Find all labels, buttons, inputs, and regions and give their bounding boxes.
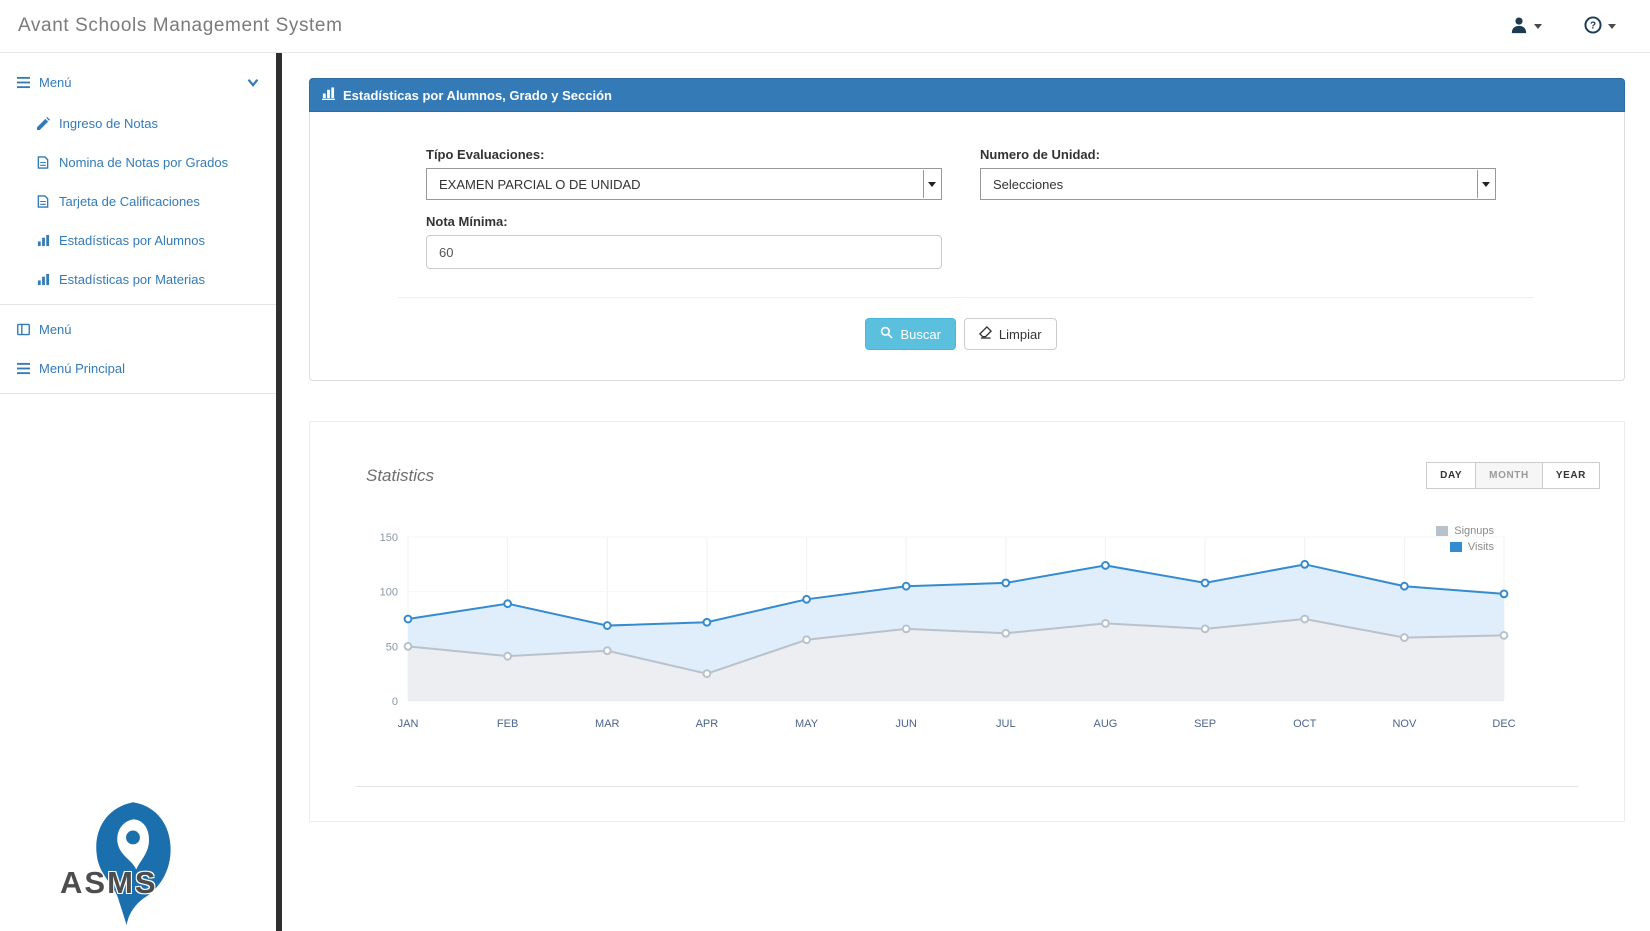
svg-text:FEB: FEB (497, 718, 518, 730)
sidebar-item-nomina-de-notas[interactable]: Nomina de Notas por Grados (0, 143, 276, 182)
svg-text:50: 50 (386, 641, 398, 653)
main-content: Estadísticas por Alumnos, Grado y Secció… (282, 53, 1650, 931)
file-icon (36, 156, 50, 169)
svg-text:MAY: MAY (795, 718, 819, 730)
search-icon (880, 326, 893, 342)
numero-unidad-select[interactable]: Selecciones (980, 168, 1496, 200)
tipo-evaluaciones-label: Típo Evaluaciones: (426, 147, 942, 162)
asms-logo: ASMS (58, 798, 208, 929)
svg-text:DEC: DEC (1492, 718, 1515, 730)
limpiar-button-label: Limpiar (999, 327, 1042, 342)
range-button-day[interactable]: DAY (1426, 462, 1476, 489)
sidebar-menu-label: Menú (39, 75, 72, 90)
bar-chart-icon (36, 234, 50, 247)
help-menu[interactable]: ? (1584, 16, 1616, 37)
legend-item-signups: Signups (1436, 525, 1494, 537)
eraser-icon (979, 326, 992, 342)
stats-chart-svg: 0 50 100 150 JAN FEB MAR APR MAY JUN JUL AUG SEP OCT N… (366, 519, 1526, 735)
app-title: Avant Schools Management System (18, 15, 343, 37)
edit-icon (36, 117, 50, 130)
help-icon: ? (1584, 16, 1602, 37)
sidebar-item-menu[interactable]: Menú (0, 310, 276, 349)
svg-text:150: 150 (380, 532, 398, 544)
filters-panel-header: Estadísticas por Alumnos, Grado y Secció… (309, 78, 1625, 112)
svg-text:AUG: AUG (1094, 718, 1118, 730)
sidebar-menu-toggle[interactable]: Menú (0, 61, 276, 104)
range-button-group: DAY MONTH YEAR (1427, 462, 1600, 489)
caret-down-icon (1608, 24, 1616, 29)
bar-chart-icon (322, 87, 335, 103)
sidebar-item-label: Nomina de Notas por Grados (59, 155, 228, 170)
range-button-month[interactable]: MONTH (1475, 462, 1543, 489)
sidebar-item-menu-principal[interactable]: Menú Principal (0, 349, 276, 388)
sidebar-item-estadisticas-alumnos[interactable]: Estadísticas por Alumnos (0, 221, 276, 260)
legend-item-visits: Visits (1436, 541, 1494, 553)
sidebar-item-tarjeta-calificaciones[interactable]: Tarjeta de Calificaciones (0, 182, 276, 221)
buscar-button-label: Buscar (900, 327, 940, 342)
svg-text:NOV: NOV (1392, 718, 1417, 730)
svg-text:OCT: OCT (1293, 718, 1317, 730)
sidebar-item-label: Ingreso de Notas (59, 116, 158, 131)
sidebar-item-label: Tarjeta de Calificaciones (59, 194, 200, 209)
sidebar-divider (0, 304, 276, 305)
list-icon (16, 76, 30, 89)
sidebar: Menú Ingreso de Notas Nomina de Notas po… (0, 53, 282, 931)
chevron-down-icon (246, 77, 260, 89)
svg-text:100: 100 (380, 587, 398, 599)
buscar-button[interactable]: Buscar (865, 318, 955, 350)
dropdown-arrow-icon (923, 170, 940, 198)
bar-chart-icon (36, 273, 50, 286)
sidebar-item-ingreso-de-notas[interactable]: Ingreso de Notas (0, 104, 276, 143)
nota-minima-input[interactable] (426, 235, 942, 269)
svg-text:JUL: JUL (996, 718, 1016, 730)
dropdown-arrow-icon (1477, 170, 1494, 198)
sidebar-divider (0, 393, 276, 394)
panel-title: Estadísticas por Alumnos, Grado y Secció… (343, 88, 612, 103)
svg-text:APR: APR (696, 718, 719, 730)
tipo-evaluaciones-select[interactable]: EXAMEN PARCIAL O DE UNIDAD (426, 168, 942, 200)
svg-text:SEP: SEP (1194, 718, 1216, 730)
filters-panel: Estadísticas por Alumnos, Grado y Secció… (309, 78, 1625, 381)
sidebar-item-estadisticas-materias[interactable]: Estadísticas por Materias (0, 260, 276, 299)
nota-minima-label: Nota Mínima: (426, 214, 942, 229)
file-icon (36, 195, 50, 208)
owl-logo-icon (79, 798, 187, 926)
svg-text:?: ? (1590, 20, 1596, 31)
svg-text:0: 0 (392, 696, 398, 708)
sidebar-item-label: Estadísticas por Materias (59, 272, 205, 287)
sidebar-item-label: Menú (39, 322, 72, 337)
list-icon (16, 362, 30, 375)
svg-text:MAR: MAR (595, 718, 620, 730)
svg-text:JUN: JUN (895, 718, 916, 730)
user-icon (1510, 16, 1528, 37)
numero-unidad-label: Numero de Unidad: (980, 147, 1496, 162)
statistics-title: Statistics (366, 466, 434, 486)
tipo-evaluaciones-value: EXAMEN PARCIAL O DE UNIDAD (439, 177, 641, 192)
top-bar: Avant Schools Management System ? (0, 0, 1650, 53)
panel-icon (16, 323, 30, 336)
svg-text:JAN: JAN (398, 718, 419, 730)
chart-legend: Signups Visits (1436, 525, 1494, 557)
numero-unidad-value: Selecciones (993, 177, 1063, 192)
stats-chart: 0 50 100 150 JAN FEB MAR APR MAY JUN JUL AUG SEP OCT N… (366, 519, 1526, 738)
caret-down-icon (1534, 24, 1542, 29)
limpiar-button[interactable]: Limpiar (964, 318, 1057, 350)
logo-text: ASMS (60, 865, 158, 901)
sidebar-item-label: Menú Principal (39, 361, 125, 376)
form-divider (398, 297, 1534, 298)
statistics-panel: Statistics DAY MONTH YEAR 0 50 100 150 JAN FE… (309, 421, 1625, 822)
range-button-year[interactable]: YEAR (1542, 462, 1600, 489)
sidebar-item-label: Estadísticas por Alumnos (59, 233, 205, 248)
user-menu[interactable] (1510, 16, 1542, 37)
